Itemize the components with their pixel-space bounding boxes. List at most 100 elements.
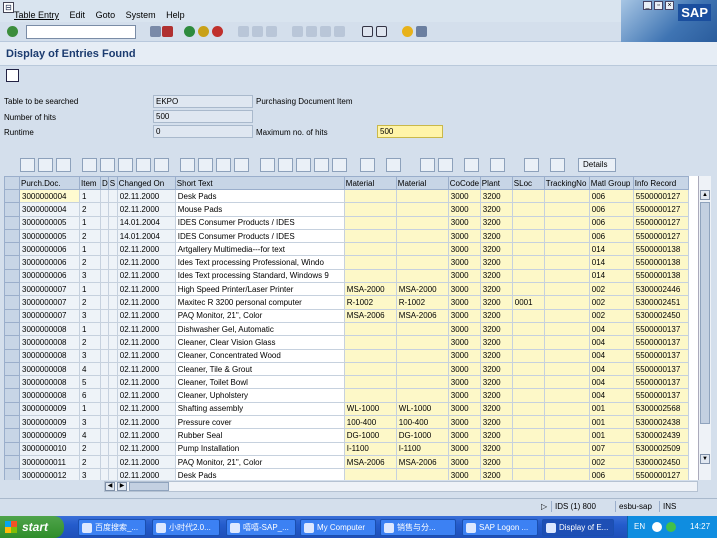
cell-info-record[interactable]: 5300002438	[632, 415, 689, 430]
cell-short-text[interactable]: Ides Text processing Professional, Windo	[174, 255, 345, 270]
cell-material[interactable]: R-1002	[343, 295, 397, 310]
cell-trackingno[interactable]	[543, 268, 590, 284]
cell-trackingno[interactable]	[543, 321, 590, 337]
cell-d[interactable]	[100, 295, 109, 310]
col-purch-doc[interactable]: Purch.Doc.	[19, 176, 80, 190]
next-page-icon[interactable]	[320, 26, 331, 37]
cell-info-record[interactable]: 5500000137	[632, 388, 689, 403]
table-row[interactable]: 3000000007 3 02.11.2000 PAQ Monitor, 21", C…	[4, 308, 689, 323]
cell-trackingno[interactable]	[543, 401, 590, 417]
cell-plant[interactable]: 3200	[479, 295, 513, 310]
table-row[interactable]: 3000000009 4 02.11.2000 Rubber Seal DG-1000 D…	[4, 428, 689, 443]
row-selector[interactable]	[4, 348, 20, 363]
table-row[interactable]: 3000000008 3 02.11.2000 Cleaner, Concentrat…	[4, 348, 689, 363]
cell-trackingno[interactable]	[543, 188, 590, 204]
cell-cocode[interactable]: 3000	[447, 428, 481, 443]
cell-material[interactable]: 100-400	[343, 415, 397, 430]
row-selector[interactable]	[4, 202, 20, 217]
cell-short-text[interactable]: Cleaner, Concentrated Wood	[174, 348, 345, 363]
cell-material[interactable]	[343, 228, 397, 244]
cell-item[interactable]: 3	[79, 348, 101, 363]
cell-short-text[interactable]: Rubber Seal	[174, 428, 345, 443]
delete-row-icon[interactable]	[198, 158, 213, 172]
cell-d[interactable]	[100, 255, 109, 270]
cell-item[interactable]: 2	[79, 255, 101, 270]
cell-plant[interactable]: 3200	[479, 228, 513, 244]
cell-changed-on[interactable]: 02.11.2000	[116, 415, 176, 430]
cell-plant[interactable]: 3200	[479, 361, 513, 377]
cell-s[interactable]	[107, 454, 118, 470]
cell-plant[interactable]: 3200	[479, 335, 513, 350]
language-indicator[interactable]: EN	[634, 516, 645, 538]
cell-material-2[interactable]	[395, 348, 449, 363]
export-icon[interactable]	[420, 158, 435, 172]
deselect-all-icon[interactable]	[56, 158, 71, 172]
cell-matl-group[interactable]: 014	[588, 255, 634, 270]
graphic-icon[interactable]	[524, 158, 539, 172]
print-preview-icon[interactable]	[386, 158, 401, 172]
cell-plant[interactable]: 3200	[479, 441, 513, 456]
cell-s[interactable]	[107, 375, 118, 390]
select-all-icon[interactable]	[38, 158, 53, 172]
cell-item[interactable]: 1	[79, 321, 101, 337]
cell-short-text[interactable]: PAQ Monitor, 21", Color	[174, 454, 345, 470]
cell-changed-on[interactable]: 02.11.2000	[116, 282, 176, 297]
cell-short-text[interactable]: Cleaner, Clear Vision Glass	[174, 335, 345, 350]
cell-s[interactable]	[107, 361, 118, 377]
table-row[interactable]: 3000000008 6 02.11.2000 Cleaner, Upholstery…	[4, 388, 689, 403]
cell-matl-group[interactable]: 004	[588, 335, 634, 350]
row-selector[interactable]	[4, 308, 20, 323]
cell-item[interactable]: 3	[79, 415, 101, 430]
cell-purch-doc[interactable]: 3000000006	[19, 255, 80, 270]
cell-plant[interactable]: 3200	[479, 321, 513, 337]
cell-purch-doc[interactable]: 3000000010	[19, 441, 80, 456]
cell-trackingno[interactable]	[543, 428, 590, 443]
cell-sloc[interactable]	[511, 335, 545, 350]
cell-material[interactable]	[343, 255, 397, 270]
find-icon[interactable]	[252, 26, 263, 37]
table-row[interactable]: 3000000005 2 14.01.2004 IDES Consumer Produ…	[4, 228, 689, 244]
cell-cocode[interactable]: 3000	[447, 335, 481, 350]
cell-changed-on[interactable]: 02.11.2000	[116, 321, 176, 337]
cell-sloc[interactable]	[511, 282, 545, 297]
row-selector[interactable]	[4, 282, 20, 297]
cell-info-record[interactable]: 5300002450	[632, 308, 689, 323]
cell-purch-doc[interactable]: 3000000004	[19, 188, 80, 204]
cell-info-record[interactable]: 5500000137	[632, 361, 689, 377]
cell-matl-group[interactable]: 001	[588, 428, 634, 443]
cell-material-2[interactable]: MSA-2000	[395, 282, 449, 297]
details-view-icon[interactable]	[20, 158, 35, 172]
cell-material-2[interactable]	[395, 361, 449, 377]
cell-material-2[interactable]	[395, 375, 449, 390]
col-item[interactable]: Item	[79, 176, 101, 190]
cell-cocode[interactable]: 3000	[447, 308, 481, 323]
append-row-icon[interactable]	[180, 158, 195, 172]
cell-info-record[interactable]: 5500000127	[632, 215, 689, 230]
cell-s[interactable]	[107, 321, 118, 337]
new-session-icon[interactable]	[362, 26, 373, 37]
start-button[interactable]: start	[0, 516, 64, 538]
cell-material[interactable]	[343, 388, 397, 403]
row-selector[interactable]	[4, 454, 20, 470]
print-icon[interactable]	[238, 26, 249, 37]
cell-short-text[interactable]: Cleaner, Toilet Bowl	[174, 375, 345, 390]
cell-trackingno[interactable]	[543, 388, 590, 403]
cell-material-2[interactable]	[395, 388, 449, 403]
choose-layout-icon[interactable]	[464, 158, 479, 172]
cell-material[interactable]	[343, 468, 397, 480]
cell-matl-group[interactable]: 004	[588, 321, 634, 337]
cell-cocode[interactable]: 3000	[447, 415, 481, 430]
cell-changed-on[interactable]: 02.11.2000	[116, 308, 176, 323]
table-row[interactable]: 3000000008 1 02.11.2000 Dishwasher Gel, Aut…	[4, 321, 689, 337]
cell-sloc[interactable]	[511, 228, 545, 244]
cell-d[interactable]	[100, 308, 109, 323]
close-icon[interactable]: ×	[665, 1, 674, 10]
cell-material-2[interactable]	[395, 215, 449, 230]
cell-short-text[interactable]: Mouse Pads	[174, 202, 345, 217]
copy-row-icon[interactable]	[216, 158, 231, 172]
cell-item[interactable]: 5	[79, 375, 101, 390]
cell-sloc[interactable]	[511, 454, 545, 470]
row-selector[interactable]	[4, 255, 20, 270]
cell-matl-group[interactable]: 002	[588, 308, 634, 323]
row-selector[interactable]	[4, 441, 20, 456]
